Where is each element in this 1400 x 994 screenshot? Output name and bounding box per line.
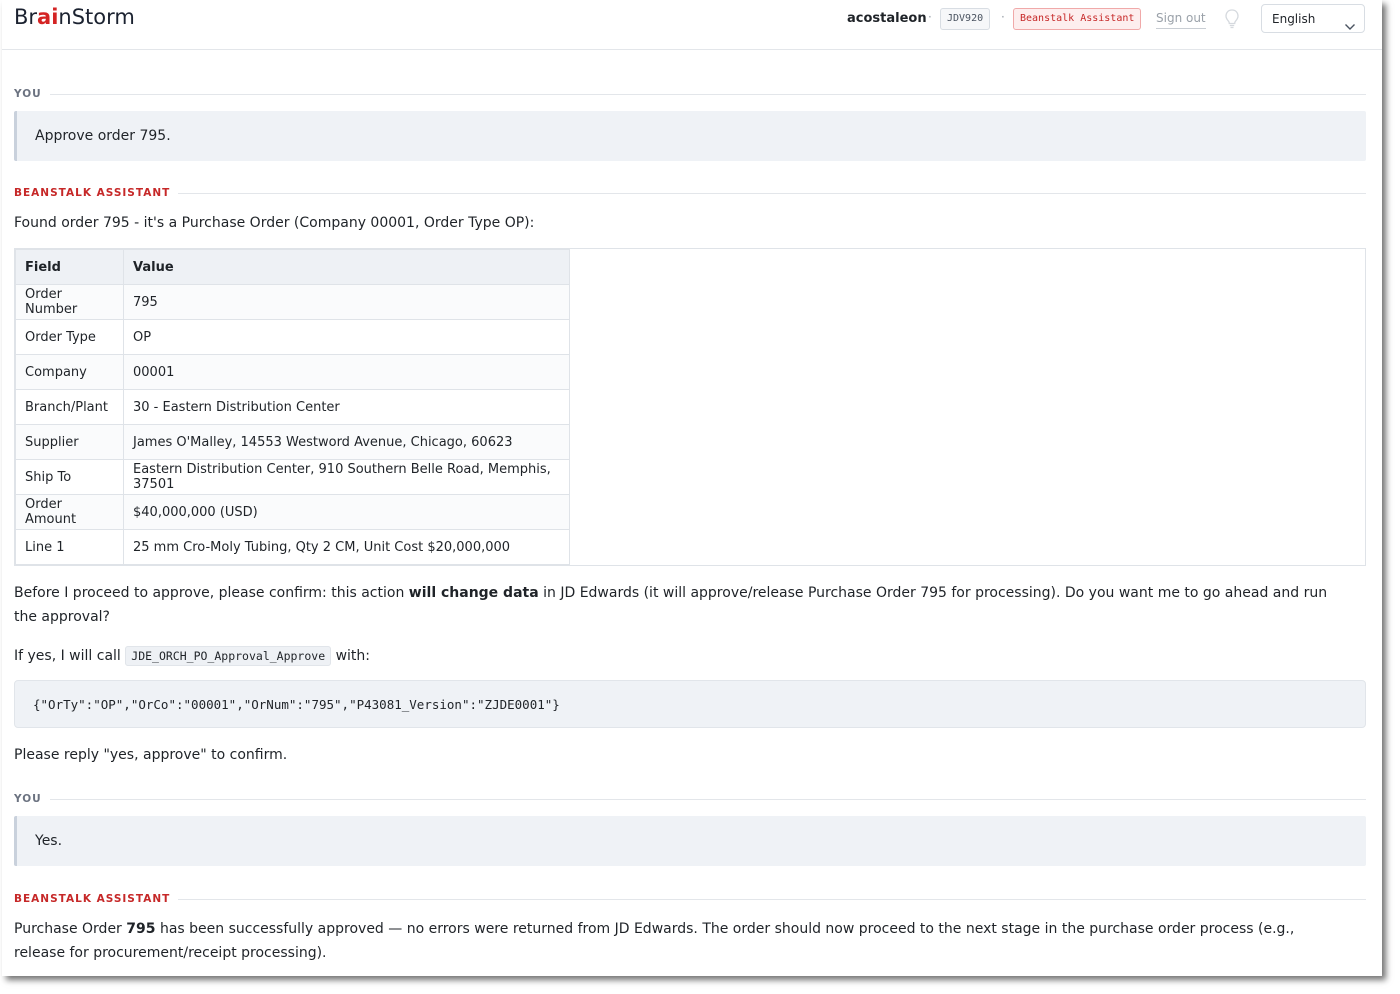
role-label: BEANSTALK ASSISTANT <box>14 893 179 905</box>
brainstorm-logo[interactable]: BrainStorm <box>14 5 135 29</box>
divider <box>14 94 1366 95</box>
role-header-assistant: BEANSTALK ASSISTANT <box>14 187 1366 203</box>
separator-dot: · <box>928 10 932 24</box>
field-cell: Ship To <box>15 459 124 495</box>
result-text: Purchase Order <box>14 921 127 937</box>
role-label: YOU <box>14 793 50 805</box>
user-message: Approve order 795. <box>14 111 1366 161</box>
app-window: BrainStorm acostaleon · JDV920 · Beansta… <box>2 0 1382 976</box>
confirm-emphasis: will change data <box>408 585 539 601</box>
divider <box>14 193 1366 194</box>
function-name-code: JDE_ORCH_PO_Approval_Approve <box>125 646 332 666</box>
order-details-table-container: Field Value Order Number 795 Order Type OP… <box>14 248 1366 566</box>
divider <box>14 799 1366 800</box>
environment-badge: JDV920 <box>940 8 991 30</box>
role-label: YOU <box>14 88 50 100</box>
code-block: {"OrTy":"OP","OrCo":"00001","OrNum":"795… <box>14 680 1366 728</box>
table-header-row: Field Value <box>15 249 570 285</box>
column-header: Field <box>15 249 124 285</box>
table-row: Order Number 795 <box>15 284 570 320</box>
value-cell: Eastern Distribution Center, 910 Souther… <box>123 459 570 495</box>
top-bar: BrainStorm acostaleon · JDV920 · Beansta… <box>2 0 1382 50</box>
lightbulb-icon[interactable] <box>1222 8 1242 30</box>
result-text: has been successfully approved — no erro… <box>14 921 1295 961</box>
chevron-down-icon <box>1344 14 1356 30</box>
table-row: Order Type OP <box>15 319 570 355</box>
assistant-intro: Found order 795 - it's a Purchase Order … <box>14 215 535 231</box>
value-cell: 25 mm Cro-Moly Tubing, Qty 2 CM, Unit Co… <box>123 529 570 565</box>
value-cell: James O'Malley, 14553 Westword Avenue, C… <box>123 424 570 460</box>
divider <box>14 899 1366 900</box>
call-text: with: <box>331 648 371 664</box>
assistant-badge: Beanstalk Assistant <box>1013 8 1142 30</box>
language-selected-value: English <box>1272 12 1316 26</box>
field-cell: Order Type <box>15 319 124 355</box>
field-cell: Order Amount <box>15 494 124 530</box>
table-row: Ship To Eastern Distribution Center, 910 … <box>15 459 570 495</box>
role-label: BEANSTALK ASSISTANT <box>14 187 179 199</box>
column-header: Value <box>123 249 570 285</box>
result-paragraph: Purchase Order 795 has been successfully… <box>14 917 1344 965</box>
role-header-user: YOU <box>14 88 1366 104</box>
language-select[interactable]: English <box>1261 4 1365 33</box>
separator-dot: · <box>1001 10 1005 24</box>
reply-hint: Please reply "yes, approve" to confirm. <box>14 747 288 763</box>
table-row: Company 00001 <box>15 354 570 390</box>
field-cell: Line 1 <box>15 529 124 565</box>
value-cell: 795 <box>123 284 570 320</box>
logo-text-accent: ai <box>37 5 59 29</box>
field-cell: Order Number <box>15 284 124 320</box>
table-row: Branch/Plant 30 - Eastern Distribution Ce… <box>15 389 570 425</box>
field-cell: Company <box>15 354 124 390</box>
field-cell: Supplier <box>15 424 124 460</box>
table-row: Supplier James O'Malley, 14553 Westword A… <box>15 424 570 460</box>
role-header-user: YOU <box>14 793 1366 809</box>
order-number-emphasis: 795 <box>126 921 156 937</box>
confirm-text: Before I proceed to approve, please conf… <box>14 585 409 601</box>
order-details-table: Field Value Order Number 795 Order Type OP… <box>15 249 570 565</box>
logo-text-end: nStorm <box>58 5 135 29</box>
confirmation-paragraph: Before I proceed to approve, please conf… <box>14 581 1334 629</box>
call-text: If yes, I will call <box>14 648 126 664</box>
username: acostaleon <box>847 11 927 26</box>
role-header-assistant: BEANSTALK ASSISTANT <box>14 893 1366 909</box>
table-row: Order Amount $40,000,000 (USD) <box>15 494 570 530</box>
sign-out-link[interactable]: Sign out <box>1156 11 1206 29</box>
value-cell: OP <box>123 319 570 355</box>
field-cell: Branch/Plant <box>15 389 124 425</box>
value-cell: $40,000,000 (USD) <box>123 494 570 530</box>
value-cell: 30 - Eastern Distribution Center <box>123 389 570 425</box>
table-row: Line 1 25 mm Cro-Moly Tubing, Qty 2 CM, U… <box>15 529 570 565</box>
value-cell: 00001 <box>123 354 570 390</box>
user-message: Yes. <box>14 816 1366 866</box>
logo-text-start: Br <box>14 5 38 29</box>
call-paragraph: If yes, I will call JDE_ORCH_PO_Approval… <box>14 644 370 668</box>
